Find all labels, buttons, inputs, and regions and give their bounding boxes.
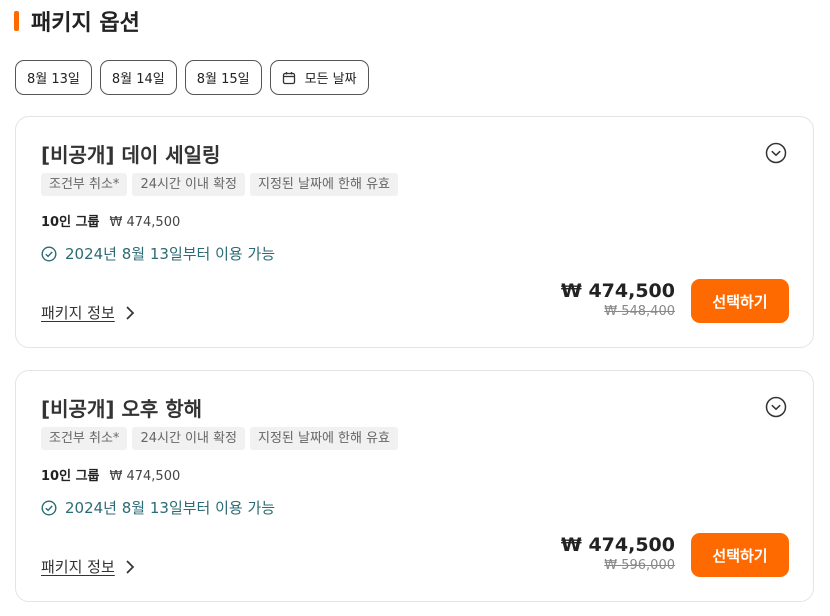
availability-text: 2024년 8월 13일부터 이용 가능 — [65, 245, 276, 263]
group-label: 10인 그룹 — [41, 469, 100, 484]
package-title: [비공개] 데이 세일링 — [41, 143, 221, 167]
group-pricing: 10인 그룹 ₩ 474,500 — [41, 211, 180, 230]
tag-validity: 지정된 날짜에 한해 유효 — [250, 427, 399, 450]
current-price: ₩ 474,500 — [560, 280, 675, 302]
chevron-right-icon — [125, 305, 135, 321]
package-info-label: 패키지 정보 — [41, 304, 115, 322]
current-price: ₩ 474,500 — [560, 534, 675, 556]
calendar-icon — [282, 71, 296, 85]
group-label: 10인 그룹 — [41, 215, 100, 230]
date-chip-aug-13[interactable]: 8월 13일 — [15, 60, 92, 95]
tag-confirmation: 24시간 이내 확정 — [132, 427, 246, 450]
tag-cancellation: 조건부 취소* — [41, 173, 128, 196]
availability-row: 2024년 8월 13일부터 이용 가능 — [41, 243, 275, 264]
date-chip-aug-14[interactable]: 8월 14일 — [99, 60, 177, 95]
group-pricing: 10인 그룹 ₩ 474,500 — [41, 465, 180, 484]
package-info-label: 패키지 정보 — [41, 558, 115, 576]
page-title: 패키지 옵션 — [31, 11, 140, 36]
package-tags: 조건부 취소* 24시간 이내 확정 지정된 날짜에 한해 유효 — [41, 173, 399, 196]
chevron-down-icon[interactable] — [765, 396, 787, 422]
date-chip-label: 8월 15일 — [196, 72, 250, 87]
select-button[interactable]: 선택하기 — [691, 279, 789, 323]
group-price: ₩ 474,500 — [109, 215, 181, 230]
select-button[interactable]: 선택하기 — [691, 533, 789, 577]
date-filter-bar: 8월 13일 8월 14일 8월 15일 모든 날짜 — [15, 60, 369, 95]
accent-bar — [14, 11, 19, 31]
date-chip-aug-15[interactable]: 8월 15일 — [184, 60, 262, 95]
tag-confirmation: 24시간 이내 확정 — [132, 173, 246, 196]
availability-text: 2024년 8월 13일부터 이용 가능 — [65, 499, 276, 517]
original-price: ₩ 596,000 — [604, 558, 675, 573]
package-card: [비공개] 오후 항해 조건부 취소* 24시간 이내 확정 지정된 날짜에 한… — [15, 370, 814, 602]
chevron-right-icon — [125, 559, 135, 575]
availability-row: 2024년 8월 13일부터 이용 가능 — [41, 497, 275, 518]
check-circle-icon — [41, 245, 57, 262]
package-card: [비공개] 데이 세일링 조건부 취소* 24시간 이내 확정 지정된 날짜에 … — [15, 116, 814, 348]
package-tags: 조건부 취소* 24시간 이내 확정 지정된 날짜에 한해 유효 — [41, 427, 399, 450]
chevron-down-icon[interactable] — [765, 142, 787, 168]
all-dates-button[interactable]: 모든 날짜 — [269, 60, 369, 95]
section-header: 패키지 옵션 — [14, 6, 140, 36]
package-info-link[interactable]: 패키지 정보 — [41, 556, 135, 577]
date-chip-label: 8월 14일 — [111, 72, 165, 87]
original-price: ₩ 548,400 — [604, 304, 675, 319]
price-block: ₩ 474,500 ₩ 596,000 — [561, 533, 675, 575]
package-title: [비공개] 오후 항해 — [41, 397, 203, 421]
date-chip-label: 8월 13일 — [27, 72, 80, 87]
date-chip-label: 모든 날짜 — [304, 72, 357, 87]
tag-cancellation: 조건부 취소* — [41, 427, 128, 450]
check-circle-icon — [41, 499, 57, 516]
price-block: ₩ 474,500 ₩ 548,400 — [561, 279, 675, 321]
group-price: ₩ 474,500 — [109, 469, 181, 484]
package-info-link[interactable]: 패키지 정보 — [41, 302, 135, 323]
tag-validity: 지정된 날짜에 한해 유효 — [250, 173, 399, 196]
